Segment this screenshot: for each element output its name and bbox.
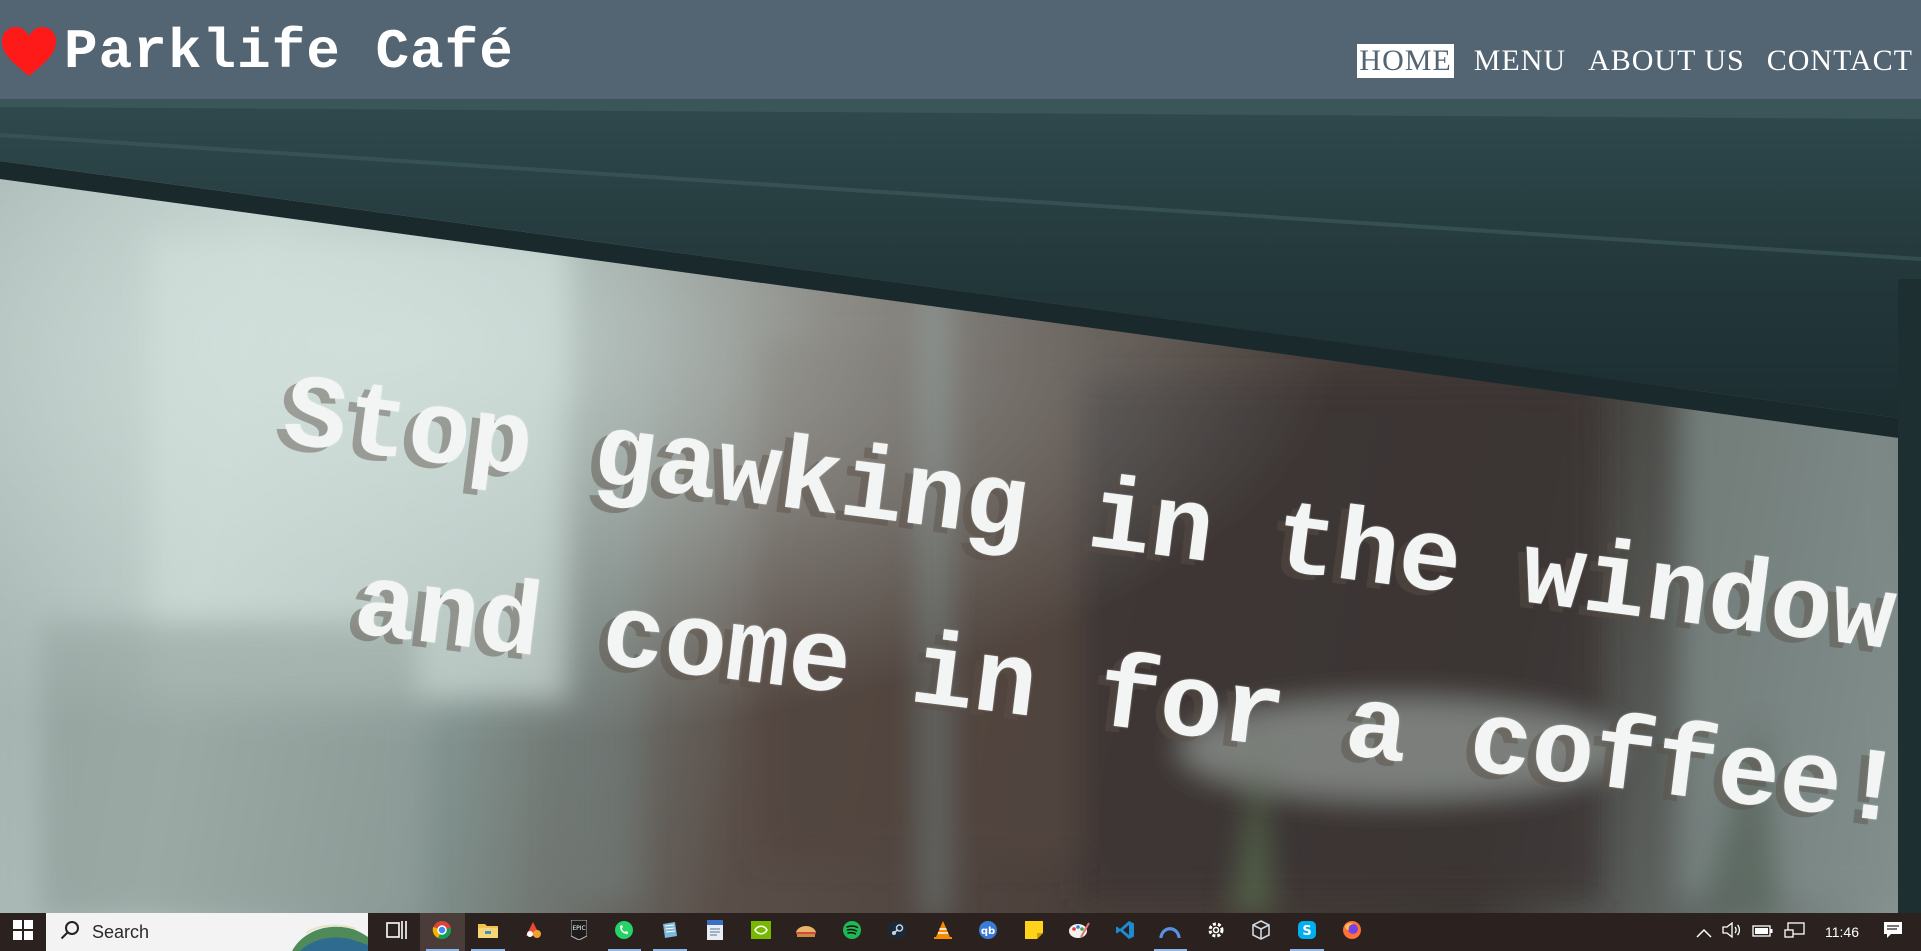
network-icon: [1784, 921, 1806, 943]
start-button[interactable]: [0, 913, 46, 951]
taskbar-color-app[interactable]: [511, 913, 557, 951]
steam-icon: [887, 920, 907, 944]
sticky-notes-icon: [1024, 921, 1043, 943]
sandwich-app-icon: [795, 922, 817, 942]
taskbar-chrome[interactable]: [419, 913, 465, 951]
taskbar-steam[interactable]: [875, 913, 921, 951]
tray-volume[interactable]: [1717, 913, 1747, 951]
windows-logo-icon: [13, 920, 33, 944]
firefox-icon: [1342, 920, 1362, 944]
taskbar-firefox[interactable]: [1330, 913, 1376, 951]
svg-text:S: S: [1302, 924, 1311, 939]
taskbar-document[interactable]: [693, 913, 739, 951]
skype-icon: S: [1297, 920, 1317, 944]
taskbar-whatsapp[interactable]: [602, 913, 648, 951]
page: Parklife Café HOME MENU ABOUT US CONTACT: [0, 0, 1921, 951]
svg-text:EPIC: EPIC: [572, 925, 585, 932]
search-icon: [60, 920, 80, 944]
nav-menu[interactable]: MENU: [1472, 44, 1568, 78]
taskbar: Search EPIC qb S 11:46: [0, 913, 1921, 951]
taskbar-qbittorrent[interactable]: qb: [966, 913, 1012, 951]
taskbar-epic-games[interactable]: EPIC: [556, 913, 602, 951]
chevron-up-icon: [1696, 923, 1712, 942]
spotify-icon: [842, 920, 862, 944]
taskbar-nvidia[interactable]: [738, 913, 784, 951]
document-icon: [707, 920, 724, 944]
taskbar-arc-app[interactable]: [1148, 913, 1194, 951]
taskbar-sandwich-app[interactable]: [784, 913, 830, 951]
notification-icon: [1883, 921, 1903, 943]
brand[interactable]: Parklife Café: [0, 22, 514, 82]
vlc-icon: [933, 920, 953, 944]
taskbar-search[interactable]: Search: [46, 913, 368, 951]
taskbar-file-explorer[interactable]: [465, 913, 511, 951]
nav-home[interactable]: HOME: [1357, 44, 1454, 78]
volume-icon: [1722, 921, 1742, 942]
paint-icon: [1068, 921, 1091, 943]
task-view-button[interactable]: [374, 913, 420, 951]
taskbar-skype[interactable]: S: [1284, 913, 1330, 951]
taskbar-apps: EPIC qb S: [374, 913, 1375, 951]
taskbar-sticky-notes[interactable]: [1011, 913, 1057, 951]
taskbar-box-app[interactable]: [1239, 913, 1285, 951]
svg-text:qb: qb: [981, 926, 995, 937]
taskbar-spotify[interactable]: [829, 913, 875, 951]
taskbar-vlc[interactable]: [920, 913, 966, 951]
tray-battery[interactable]: [1747, 913, 1779, 951]
taskbar-clock[interactable]: 11:46: [1811, 913, 1873, 951]
hero-image: Stop gawking in the window and come in f…: [0, 99, 1921, 913]
heart-icon: [0, 26, 58, 78]
whatsapp-icon: [614, 920, 634, 944]
search-placeholder: Search: [92, 921, 150, 942]
notepad-icon: [660, 920, 680, 944]
taskbar-notepad[interactable]: [647, 913, 693, 951]
box-app-icon: [1251, 920, 1271, 944]
taskbar-vscode[interactable]: [1102, 913, 1148, 951]
notification-center-button[interactable]: [1873, 913, 1921, 951]
settings-icon: [1206, 920, 1226, 944]
arc-app-icon: [1159, 922, 1181, 942]
system-tray: 11:46: [1691, 913, 1921, 951]
taskbar-settings[interactable]: [1193, 913, 1239, 951]
file-explorer-icon: [477, 921, 498, 943]
hero-window-photo: [0, 99, 1921, 913]
tray-network[interactable]: [1779, 913, 1811, 951]
battery-icon: [1752, 923, 1774, 942]
site-title: Parklife Café: [64, 20, 514, 84]
site-header: Parklife Café HOME MENU ABOUT US CONTACT: [0, 0, 1921, 99]
task-view-icon: [385, 920, 408, 944]
tray-overflow-button[interactable]: [1691, 913, 1717, 951]
color-app-icon: [523, 920, 543, 944]
nvidia-icon: [750, 921, 771, 943]
qbittorrent-icon: qb: [978, 920, 998, 944]
main-nav: HOME MENU ABOUT US CONTACT: [1339, 44, 1915, 78]
vscode-icon: [1115, 920, 1135, 944]
chrome-icon: [432, 920, 452, 944]
nav-contact[interactable]: CONTACT: [1765, 44, 1915, 78]
epic-games-icon: EPIC: [570, 919, 588, 944]
taskbar-paint[interactable]: [1057, 913, 1103, 951]
nav-about-us[interactable]: ABOUT US: [1586, 44, 1747, 78]
search-highlight-graphic: [292, 913, 368, 951]
